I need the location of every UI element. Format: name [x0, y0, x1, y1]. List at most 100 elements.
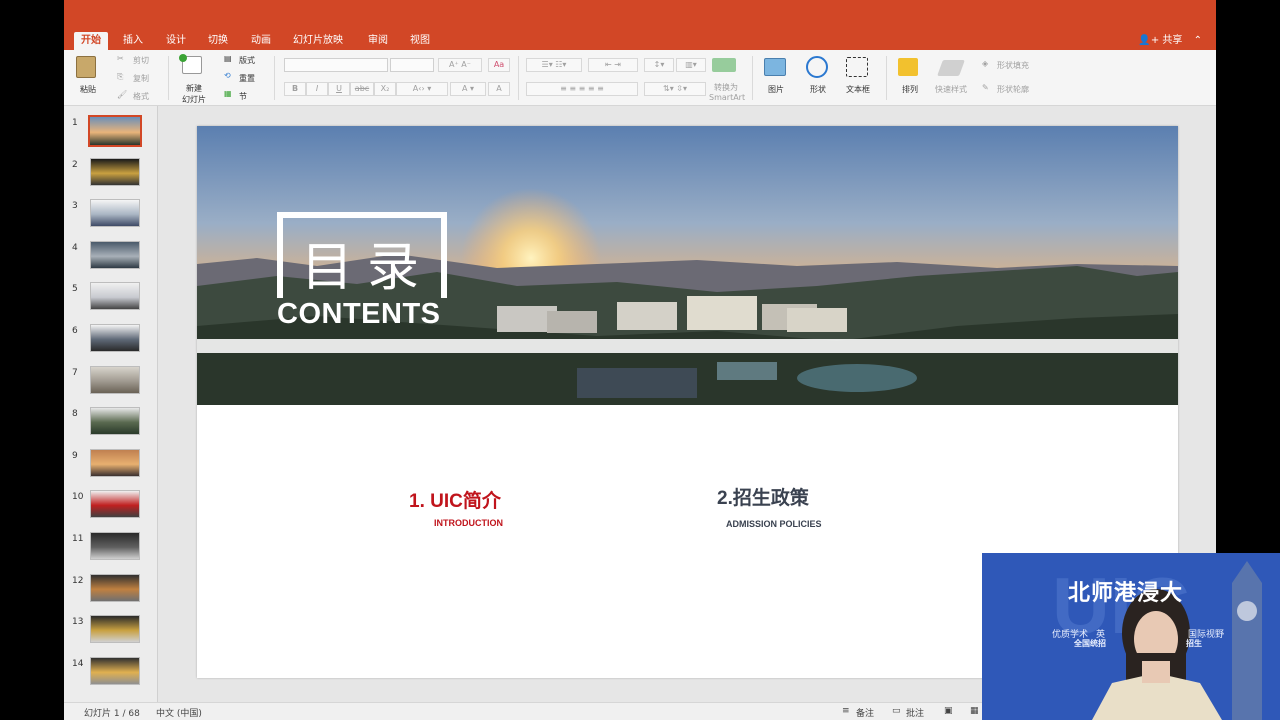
thumbnail-number: 3	[72, 201, 78, 212]
paste-icon[interactable]	[76, 56, 96, 78]
thumbnail-number: 5	[72, 284, 78, 295]
format-painter-icon[interactable]: 🖌	[117, 90, 127, 99]
toc-item-1-title: 1. UIC简介	[409, 491, 501, 512]
font-size-change-buttons[interactable]: A⁺ A⁻	[438, 58, 482, 72]
reset-icon[interactable]: ⟲	[224, 71, 231, 80]
line-spacing-button[interactable]: ↕▾	[644, 58, 674, 72]
ribbon-tab-bar: 开始 插入 设计 切换 动画 幻灯片放映 审阅 视图 👤+ 共享 ⌃	[64, 32, 1216, 50]
tab-home[interactable]: 开始	[74, 32, 108, 50]
section-icon[interactable]: ▦	[224, 89, 232, 98]
white-band	[197, 339, 1178, 353]
slide-thumbnail[interactable]	[88, 115, 142, 147]
tab-animations[interactable]: 动画	[244, 32, 278, 50]
slide-thumbnail-pane[interactable]: 1 2 3 4 5 6 7 8 9 10 11 12 13 14	[64, 106, 158, 702]
slide-thumbnail[interactable]	[90, 656, 140, 685]
toc-title-en: CONTENTS	[277, 298, 441, 330]
section-button[interactable]: 节	[239, 91, 247, 102]
textbox-icon[interactable]	[846, 57, 868, 77]
picture-icon[interactable]	[764, 58, 786, 76]
thumbnail-number: 4	[72, 242, 78, 253]
normal-view-icon[interactable]: ▣	[944, 706, 953, 716]
tab-design[interactable]: 设计	[159, 32, 193, 50]
thumbnail-number: 1	[72, 118, 78, 128]
slide-thumbnail[interactable]	[90, 407, 140, 436]
language-indicator[interactable]: 中文 (中国)	[156, 706, 202, 719]
textbox-button[interactable]: 文本框	[846, 84, 870, 95]
tab-view[interactable]: 视图	[403, 32, 437, 50]
ribbon-home: 粘贴 ✂ 剪切 ⎘ 复制 🖌 格式 新建 幻灯片 ▤ 版式 ⟲ 重置 ▦ 节 A…	[64, 50, 1216, 106]
share-button[interactable]: 👤+ 共享 ⌃	[1138, 32, 1202, 50]
text-direction-buttons[interactable]: ⇅▾ ⇳▾	[644, 82, 706, 96]
underline-button[interactable]: U	[328, 82, 350, 96]
slide-thumbnail[interactable]	[90, 615, 140, 644]
alignment-buttons[interactable]: ≡ ≡ ≡ ≡ ≡	[526, 82, 638, 96]
picture-button[interactable]: 图片	[768, 84, 784, 95]
arrange-icon[interactable]	[898, 58, 918, 76]
share-label: 共享	[1162, 35, 1183, 46]
quick-styles-icon[interactable]	[937, 60, 965, 76]
slide-sorter-icon[interactable]: ▦	[970, 706, 979, 716]
slide-thumbnail[interactable]	[90, 240, 140, 269]
font-color-button[interactable]: A	[488, 82, 510, 96]
tab-transitions[interactable]: 切换	[201, 32, 235, 50]
webcam-overlay: UIC 北师港浸大 优质学术 英 国际视野 全国统招 招生	[982, 553, 1280, 720]
cut-icon[interactable]: ✂	[117, 54, 124, 63]
slide-thumbnail[interactable]	[90, 532, 140, 560]
character-spacing-button[interactable]: A‹› ▾	[396, 82, 448, 96]
font-name-dropdown[interactable]	[284, 58, 388, 72]
shapes-button[interactable]: 形状	[810, 84, 826, 95]
change-case-button[interactable]: A ▾	[450, 82, 486, 96]
pen-icon[interactable]: ✎	[982, 83, 989, 92]
comments-icon[interactable]: ▭	[892, 706, 901, 716]
shape-fill-button[interactable]: 形状填充	[997, 60, 1029, 71]
slide-thumbnail[interactable]	[90, 282, 140, 311]
divider	[274, 56, 275, 100]
divider	[886, 56, 887, 100]
paint-bucket-icon[interactable]: ◈	[982, 59, 988, 68]
columns-button[interactable]: ▥▾	[676, 58, 706, 72]
layout-icon[interactable]: ▤	[224, 54, 232, 63]
slide-thumbnail[interactable]	[90, 157, 140, 186]
tab-insert[interactable]: 插入	[116, 32, 150, 50]
indent-buttons[interactable]: ⇤ ⇥	[588, 58, 638, 72]
divider	[168, 56, 169, 100]
slide-thumbnail[interactable]	[90, 324, 140, 352]
copy-icon[interactable]: ⎘	[117, 72, 123, 82]
shape-outline-button[interactable]: 形状轮廓	[997, 84, 1029, 95]
layout-button[interactable]: 版式	[239, 55, 255, 66]
slide-thumbnail[interactable]	[90, 199, 140, 228]
slide-thumbnail[interactable]	[90, 448, 140, 477]
notes-button[interactable]: 备注	[856, 706, 874, 719]
convert-smartart-label: SmartArt	[709, 93, 746, 102]
bold-button[interactable]: B	[284, 82, 306, 96]
bullets-buttons[interactable]: ☰▾ ☷▾	[526, 58, 582, 72]
format-painter-button[interactable]: 格式	[133, 91, 149, 102]
slide-thumbnail[interactable]	[90, 490, 140, 519]
subscript-button[interactable]: X₂	[374, 82, 396, 96]
quick-styles-button[interactable]: 快速样式	[935, 84, 967, 95]
new-slide-button[interactable]: 新建	[186, 83, 202, 94]
webcam-brand-title: 北师港浸大	[1068, 581, 1184, 606]
toc-item-2-title: 2.招生政策	[717, 488, 809, 509]
slide-thumbnail[interactable]	[90, 573, 140, 602]
smartart-icon[interactable]	[712, 58, 736, 72]
strikethrough-button[interactable]: abc	[350, 82, 374, 96]
font-size-dropdown[interactable]	[390, 58, 434, 72]
italic-button[interactable]: I	[306, 82, 328, 96]
collapse-ribbon-icon[interactable]: ⌃	[1194, 35, 1202, 46]
cut-button[interactable]: 剪切	[133, 55, 149, 66]
tab-slideshow[interactable]: 幻灯片放映	[286, 32, 350, 50]
reset-button[interactable]: 重置	[239, 73, 255, 84]
comments-button[interactable]: 批注	[906, 706, 924, 719]
webcam-slogan-bottom-left: 全国统招	[1074, 639, 1106, 648]
shapes-icon[interactable]	[806, 56, 828, 78]
toc-title-cn: 目录	[301, 238, 434, 298]
clear-format-button[interactable]: Aa	[488, 58, 510, 72]
convert-smartart-button[interactable]: 转换为	[714, 82, 738, 93]
tab-review[interactable]: 审阅	[361, 32, 395, 50]
paste-button[interactable]: 粘贴	[80, 84, 96, 95]
notes-icon[interactable]: ≡	[842, 706, 850, 716]
copy-button[interactable]: 复制	[133, 73, 149, 84]
slide-thumbnail[interactable]	[90, 365, 140, 394]
arrange-button[interactable]: 排列	[902, 84, 918, 95]
